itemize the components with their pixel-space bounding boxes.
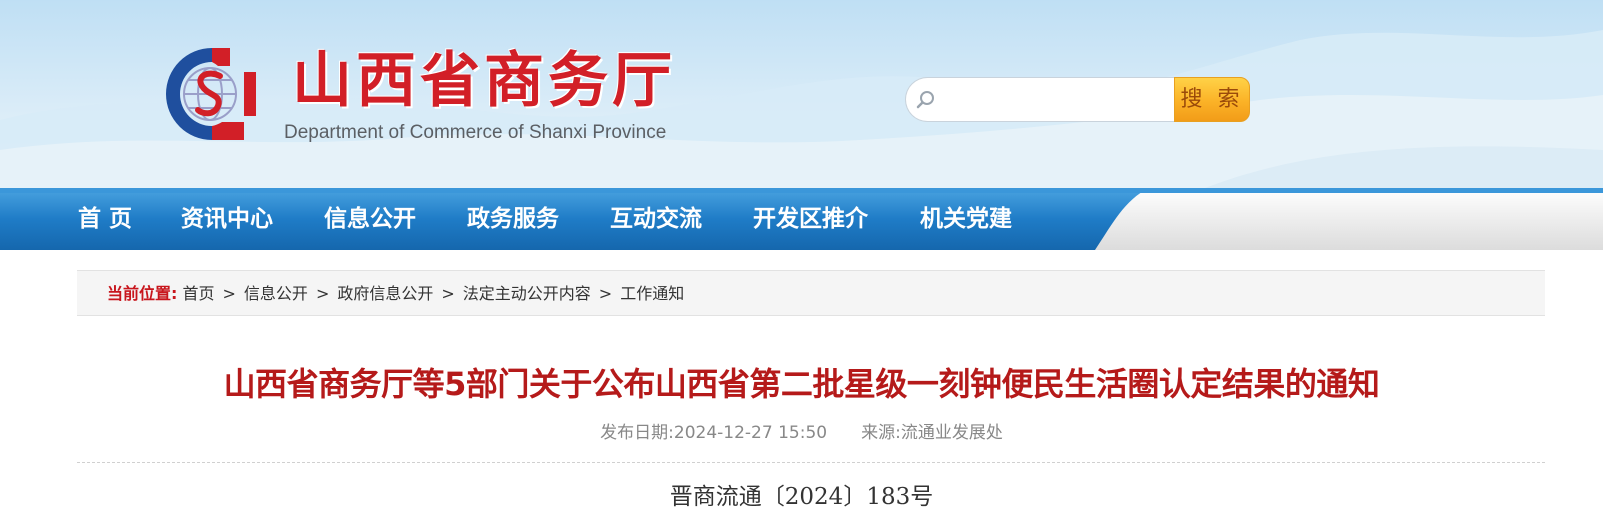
nav-item-news[interactable]: 资讯中心 — [181, 204, 273, 234]
nav-item-party[interactable]: 机关党建 — [920, 204, 1012, 234]
breadcrumb-item-gov-info[interactable]: 政府信息公开 — [337, 284, 433, 303]
nav-item-disclosure[interactable]: 信息公开 — [324, 204, 416, 234]
nav-item-interaction[interactable]: 互动交流 — [610, 204, 702, 234]
nav-item-dev-zones[interactable]: 开发区推介 — [753, 204, 868, 234]
article-meta: 发布日期:2024-12-27 15:50 来源:流通业发展处 — [0, 420, 1603, 446]
nav-item-services[interactable]: 政务服务 — [467, 204, 559, 234]
breadcrumb-separator: > — [315, 284, 330, 303]
nav-item-home[interactable]: 首 页 — [78, 204, 132, 234]
breadcrumb-item-work-notice[interactable]: 工作通知 — [620, 284, 684, 303]
breadcrumb: 当前位置: 首页 > 信息公开 > 政府信息公开 > 法定主动公开内容 > 工作通知 — [77, 270, 1545, 316]
breadcrumb-item-disclosure[interactable]: 信息公开 — [244, 284, 308, 303]
source-label: 来源: — [861, 423, 901, 443]
search-box — [905, 77, 1177, 122]
site-header: 山西省商务厅 Department of Commerce of Shanxi … — [0, 0, 1603, 190]
main-nav: 首 页 资讯中心 信息公开 政务服务 互动交流 开发区推介 机关党建 — [0, 188, 1603, 250]
search-icon — [916, 91, 934, 109]
breadcrumb-item-statutory[interactable]: 法定主动公开内容 — [463, 284, 591, 303]
breadcrumb-separator: > — [441, 284, 455, 303]
article-title: 山西省商务厅等5部门关于公布山西省第二批星级一刻钟便民生活圈认定结果的通知 — [223, 365, 1380, 403]
breadcrumb-label: 当前位置: — [107, 284, 178, 303]
article-divider — [77, 462, 1545, 463]
search-input[interactable] — [944, 84, 1172, 116]
site-subtitle: Department of Commerce of Shanxi Provinc… — [284, 122, 667, 143]
document-number: 晋商流通〔2024〕183号 — [669, 484, 934, 510]
commerce-emblem-logo — [166, 48, 256, 140]
source-value: 流通业发展处 — [900, 423, 1003, 443]
breadcrumb-separator: > — [598, 284, 613, 303]
publish-date: 2024-12-27 15:50 — [673, 423, 828, 443]
search-button[interactable]: 搜 索 — [1174, 77, 1250, 122]
breadcrumb-separator: > — [222, 284, 236, 303]
site-title: 山西省商务厅 — [292, 46, 676, 116]
publish-date-label: 发布日期: — [600, 423, 674, 443]
breadcrumb-item-home[interactable]: 首页 — [183, 284, 215, 303]
